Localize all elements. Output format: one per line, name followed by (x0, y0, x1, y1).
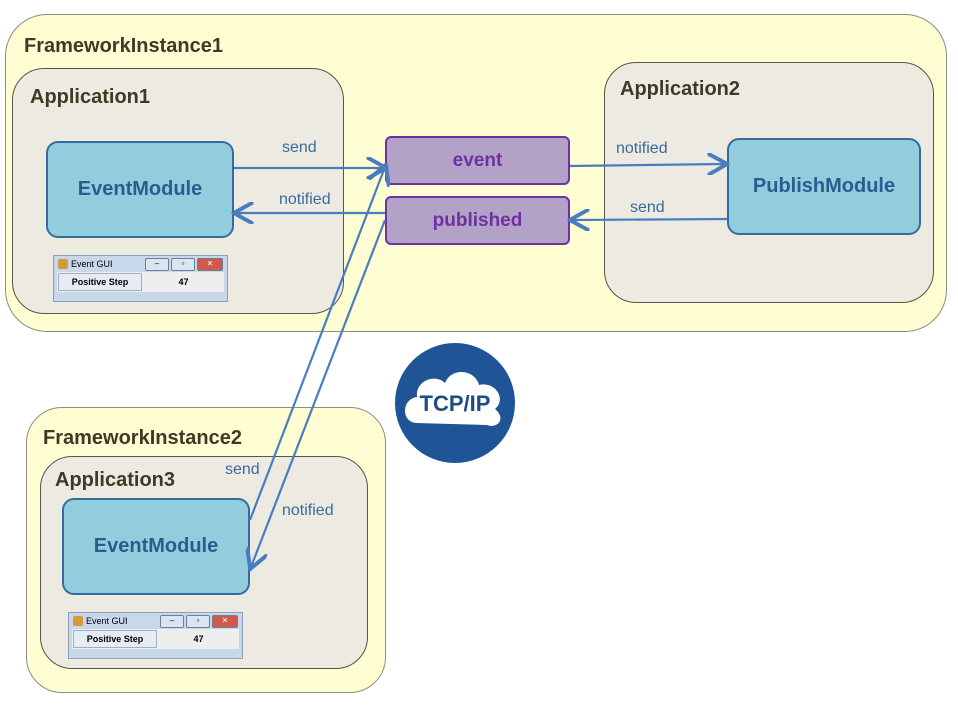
label-a3-notified: notified (282, 502, 334, 519)
label-a2-notified: notified (616, 140, 668, 157)
counter-value: 47 (193, 634, 204, 644)
close-button[interactable]: ✕ (197, 257, 223, 271)
label-a3-send: send (225, 461, 260, 478)
maximize-button[interactable]: ▫ (171, 257, 195, 271)
minimize-button[interactable]: – (160, 614, 184, 628)
arrow-a3-send (248, 167, 385, 521)
gui-title: Event GUI (71, 259, 113, 269)
event-gui-window-1[interactable]: Event GUI – ▫ ✕ Positive Step 47 (53, 255, 228, 302)
gui-title: Event GUI (86, 616, 128, 626)
java-icon (58, 259, 68, 269)
maximize-button[interactable]: ▫ (186, 614, 210, 628)
positive-step-button[interactable]: Positive Step (58, 273, 142, 291)
close-button[interactable]: ✕ (212, 614, 238, 628)
counter-value: 47 (178, 277, 189, 287)
minimize-button[interactable]: – (145, 257, 169, 271)
tcp-ip-logo: TCP/IP (395, 343, 515, 463)
event-gui-window-2[interactable]: Event GUI – ▫ ✕ Positive Step 47 (68, 612, 243, 659)
positive-step-button[interactable]: Positive Step (73, 630, 157, 648)
label-a1-send: send (282, 139, 317, 156)
tcp-ip-text: TCP/IP (419, 391, 491, 416)
arrow-a2-send (572, 219, 728, 220)
label-a2-send: send (630, 199, 665, 216)
label-a1-notified: notified (279, 191, 331, 208)
arrow-a2-notified (569, 164, 725, 166)
java-icon (73, 616, 83, 626)
